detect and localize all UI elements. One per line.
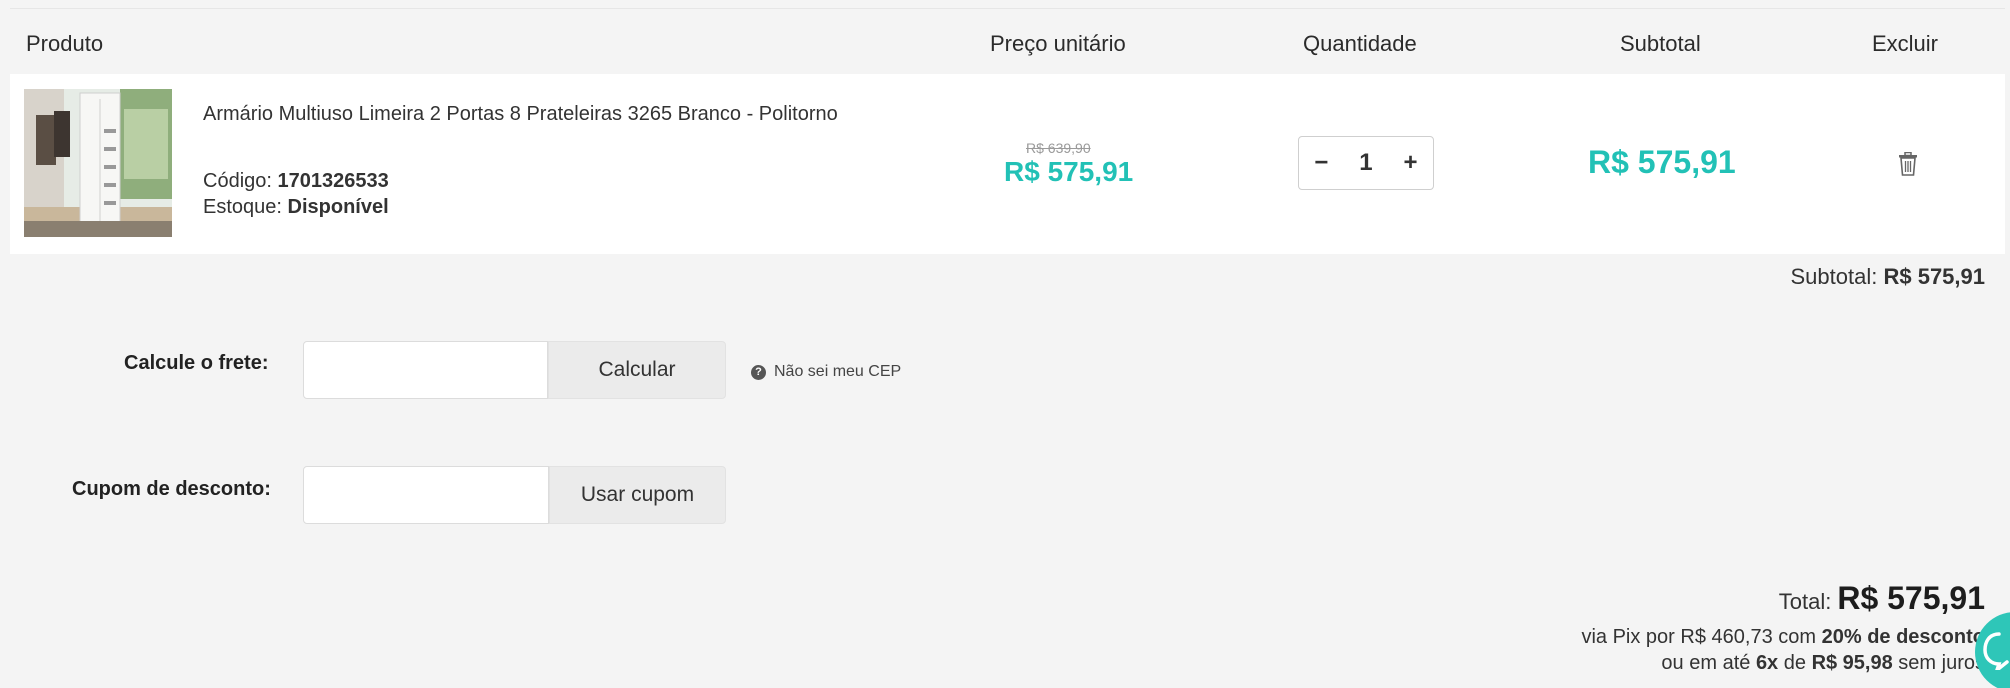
coupon-label: Cupom de desconto: [72,478,271,500]
question-circle-icon: ? [751,364,766,380]
pix-value: R$ 460,73 [1680,626,1773,648]
product-name[interactable]: Armário Multiuso Limeira 2 Portas 8 Prat… [203,101,883,127]
cart-total: Total: R$ 575,91 [1779,580,1985,617]
total-label: Total: [1778,589,1832,614]
cart-item-row: Armário Multiuso Limeira 2 Portas 8 Prat… [10,74,2005,254]
cart-table-header: Produto Preço unitário Quantidade Subtot… [10,8,2005,78]
apply-coupon-button[interactable]: Usar cupom [549,466,726,524]
installments-middle: de [1783,652,1806,674]
quantity-value[interactable]: 1 [1359,149,1372,177]
header-delete: Excluir [1872,31,1939,56]
product-code: Código: 1701326533 [203,170,389,193]
cep-input[interactable] [303,341,548,399]
header-quantity: Quantidade [1303,31,1417,56]
unit-price: R$ 575,91 [1004,156,1134,187]
pix-middle: com [1778,626,1817,648]
item-subtotal: R$ 575,91 [1588,144,1736,180]
installments-prefix: ou em até [1661,652,1751,674]
header-subtotal: Subtotal [1620,31,1701,56]
header-unit-price: Preço unitário [990,31,1126,56]
installments-value: R$ 95,98 [1811,652,1893,674]
cep-help-link[interactable]: ? Não sei meu CEP [751,363,901,381]
installments-suffix: sem juros [1898,652,1985,674]
product-image[interactable] [24,89,172,237]
product-code-label: Código: [203,170,272,192]
decrease-quantity-button[interactable]: − [1314,149,1328,177]
pix-discount: 20% de desconto [1821,626,1985,648]
cep-help-text[interactable]: Não sei meu CEP [774,363,901,381]
pix-price-line: via Pix por R$ 460,73 com 20% de descont… [1581,626,1985,649]
header-product: Produto [26,31,104,56]
subtotal-value: R$ 575,91 [1883,264,1985,289]
calculate-freight-button[interactable]: Calcular [548,341,726,399]
freight-label: Calcule o frete: [124,352,269,374]
chat-bubble-icon[interactable] [1975,612,2010,688]
product-stock-label: Estoque: [203,196,282,218]
old-price: R$ 639,90 [1026,140,1091,156]
pix-prefix: via Pix por [1581,626,1675,648]
cart-subtotal: Subtotal: R$ 575,91 [1791,264,1986,290]
installments-count: 6x [1755,652,1779,674]
increase-quantity-button[interactable]: + [1404,149,1418,177]
subtotal-label: Subtotal: [1790,264,1878,289]
installments-line: ou em até 6x de R$ 95,98 sem juros [1661,652,1985,675]
trash-icon[interactable] [1898,151,1918,176]
product-stock-value: Disponível [287,196,389,218]
product-code-value: 1701326533 [277,170,389,192]
quantity-stepper: − 1 + [1298,136,1434,190]
coupon-input[interactable] [303,466,549,524]
product-stock: Estoque: Disponível [203,196,389,219]
total-value: R$ 575,91 [1837,580,1985,616]
